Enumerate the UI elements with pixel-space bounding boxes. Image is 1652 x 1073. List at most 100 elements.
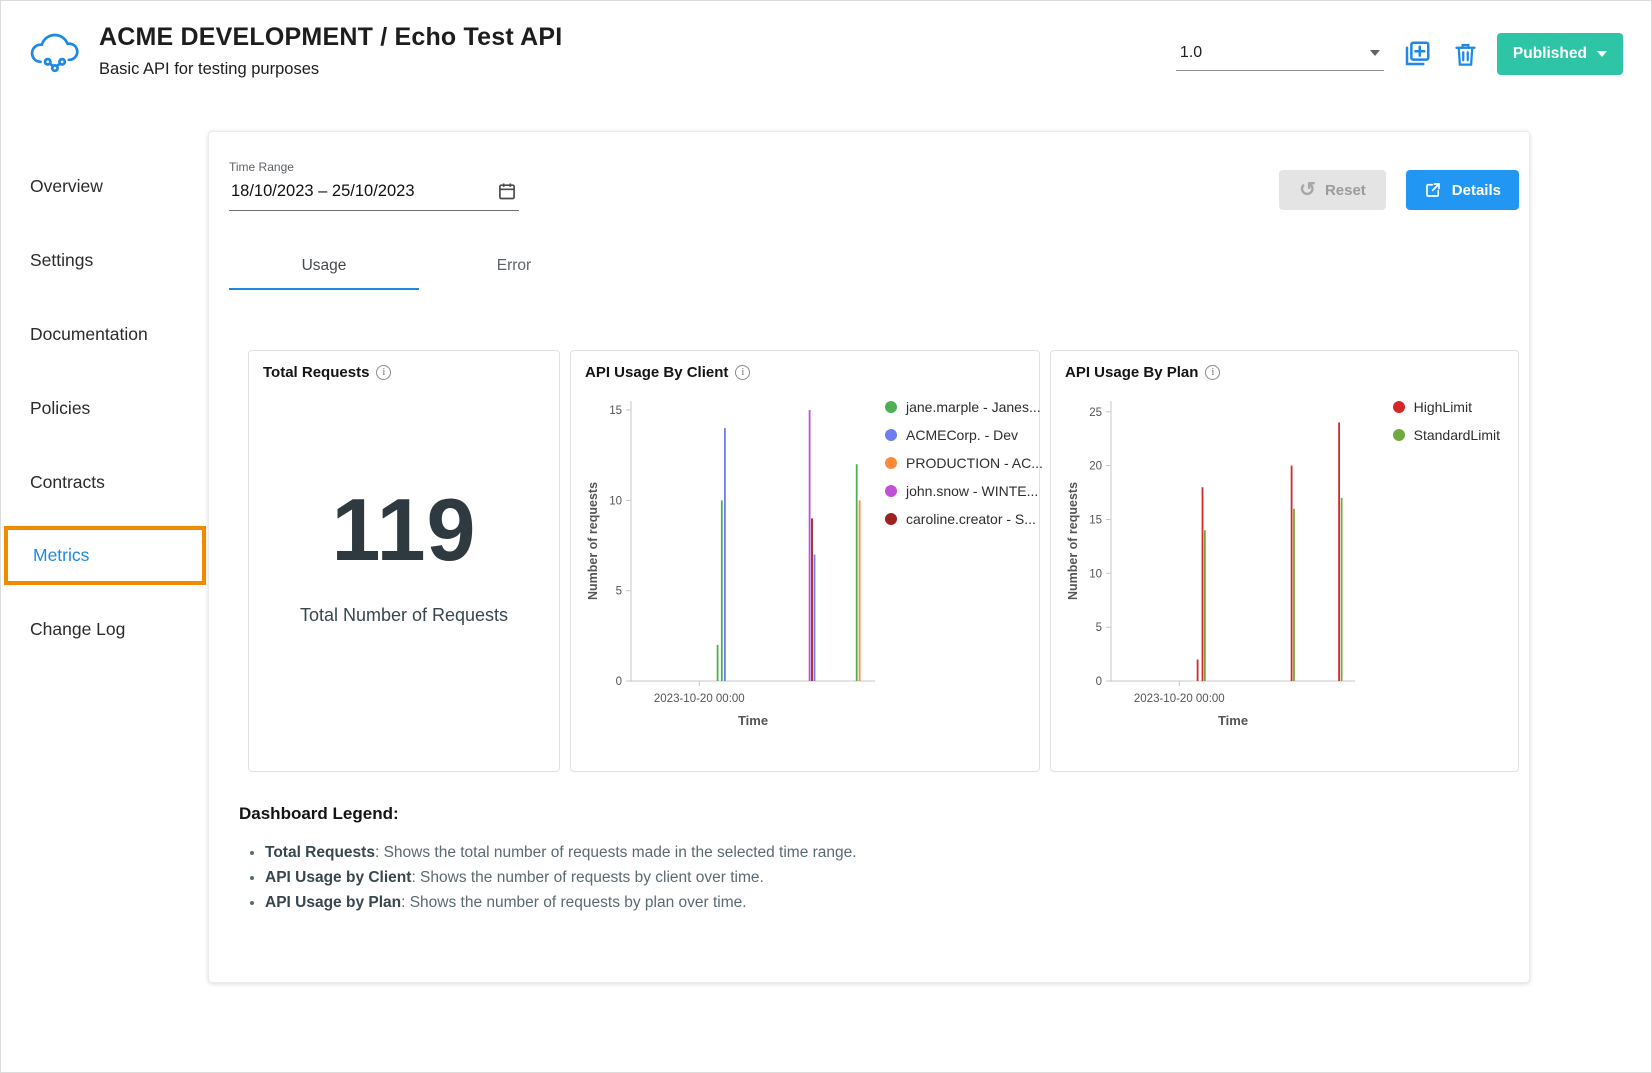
legend-label: jane.marple - Janes... [906,399,1041,415]
reset-button[interactable]: ↺ Reset [1279,170,1386,210]
card-title: API Usage By Plan i [1065,364,1504,381]
app-window: ACME DEVELOPMENT / Echo Test API Basic A… [0,0,1652,1073]
header: ACME DEVELOPMENT / Echo Test API Basic A… [1,1,1651,111]
svg-text:20: 20 [1089,461,1102,473]
legend-item[interactable]: StandardLimit [1393,427,1500,443]
svg-text:25: 25 [1089,407,1102,419]
sidebar-item-change-log[interactable]: Change Log [1,592,208,666]
list-item: Total Requests: Shows the total number o… [265,844,1519,862]
svg-text:2023-10-20 00:00: 2023-10-20 00:00 [1134,693,1225,705]
page-title: ACME DEVELOPMENT / Echo Test API [99,23,562,52]
svg-text:15: 15 [1089,515,1102,527]
version-select[interactable]: 1.0 [1176,38,1384,71]
tab-bar: Usage Error [229,241,1519,290]
info-icon[interactable]: i [376,365,391,380]
legend-item[interactable]: HighLimit [1393,399,1500,415]
calendar-icon[interactable] [497,181,517,201]
legend-item[interactable]: caroline.creator - S... [885,511,1043,527]
title-block: ACME DEVELOPMENT / Echo Test API Basic A… [99,23,562,79]
client-usage-chart: 0510152023-10-20 00:00TimeNumber of requ… [585,383,885,738]
time-range-label: Time Range [229,160,519,174]
tab-error[interactable]: Error [419,241,609,290]
legend-item[interactable]: ACMECorp. - Dev [885,427,1043,443]
info-icon[interactable]: i [1205,365,1220,380]
svg-text:Time: Time [738,713,768,728]
legend-dot-icon [885,485,897,497]
reset-icon: ↺ [1299,180,1316,200]
legend-item[interactable]: john.snow - WINTE... [885,483,1043,499]
svg-text:10: 10 [609,495,622,507]
client-usage-plot: 0510152023-10-20 00:00TimeNumber of requ… [585,383,885,733]
time-range-value: 18/10/2023 – 25/10/2023 [231,182,415,201]
sidebar-item-documentation[interactable]: Documentation [1,297,208,371]
total-requests-body: 119 Total Number of Requests [263,381,545,758]
version-value: 1.0 [1180,44,1202,62]
chevron-down-icon [1370,50,1380,56]
total-requests-value: 119 [332,479,477,581]
svg-text:5: 5 [1096,622,1102,634]
client-chart-legend: jane.marple - Janes... ACMECorp. - Dev PRO… [885,399,1043,738]
legend-dot-icon [1393,429,1405,441]
sidebar-item-overview[interactable]: Overview [1,149,208,223]
plan-chart-area: 0 5 10 15 20 25 2023-10-20 00:00 Time Number of … [1065,383,1504,738]
svg-text:2023-10-20 00:00: 2023-10-20 00:00 [654,693,745,705]
app-logo-cloud-icon [27,25,81,82]
plan-usage-plot: 0 5 10 15 20 25 2023-10-20 00:00 Time Number of … [1065,383,1365,733]
sidebar-item-metrics[interactable]: Metrics [8,530,202,581]
tab-usage[interactable]: Usage [229,241,419,290]
card-title: Total Requests i [263,364,545,381]
svg-text:10: 10 [1089,568,1102,580]
metrics-panel: Time Range 18/10/2023 – 25/10/2023 ↺ [208,131,1530,983]
time-range-field: Time Range 18/10/2023 – 25/10/2023 [229,160,519,211]
metrics-toolbar: Time Range 18/10/2023 – 25/10/2023 ↺ [229,160,1519,211]
external-link-icon [1424,181,1442,199]
legend-label: john.snow - WINTE... [906,483,1038,499]
usage-by-plan-card: API Usage By Plan i 0 5 10 15 20 25 2023-10-20… [1050,350,1519,772]
header-actions: 1.0 Pu [1176,33,1623,75]
sidebar-item-contracts[interactable]: Contracts [1,445,208,519]
dashboard-legend-list: Total Requests: Shows the total number o… [239,844,1519,912]
sidebar: Overview Settings Documentation Policies… [1,111,208,666]
svg-text:Number of requests: Number of requests [586,482,600,600]
legend-item[interactable]: PRODUCTION - AC... [885,455,1043,471]
page-subtitle: Basic API for testing purposes [99,60,562,79]
legend-dot-icon [885,401,897,413]
legend-dot-icon [1393,401,1405,413]
add-version-button[interactable] [1400,37,1434,71]
total-requests-caption: Total Number of Requests [300,605,508,626]
plan-chart-legend: HighLimit StandardLimit [1393,399,1500,738]
charts-row: Total Requests i 119 Total Number of Req… [248,350,1519,772]
toolbar-buttons: ↺ Reset Details [1279,170,1519,210]
chevron-down-icon [1597,51,1607,57]
total-requests-card: Total Requests i 119 Total Number of Req… [248,350,560,772]
legend-label: ACMECorp. - Dev [906,427,1018,443]
svg-text:Time: Time [1218,713,1248,728]
legend-label: StandardLimit [1414,427,1500,443]
legend-dot-icon [885,429,897,441]
svg-text:0: 0 [616,676,622,688]
usage-by-client-card: API Usage By Client i 0510152023-10-20 0… [570,350,1040,772]
legend-label: caroline.creator - S... [906,511,1036,527]
legend-label: PRODUCTION - AC... [906,455,1043,471]
info-icon[interactable]: i [735,365,750,380]
svg-text:Number of requests: Number of requests [1066,482,1080,600]
list-item: API Usage by Client: Shows the number of… [265,869,1519,887]
client-chart-area: 0510152023-10-20 00:00TimeNumber of requ… [585,383,1025,738]
card-title: API Usage By Client i [585,364,1025,381]
legend-item[interactable]: jane.marple - Janes... [885,399,1043,415]
published-button[interactable]: Published [1497,33,1623,75]
svg-text:0: 0 [1096,676,1102,688]
annotation-highlight-box: Metrics [4,526,206,585]
legend-dot-icon [885,457,897,469]
dashboard-legend-title: Dashboard Legend: [239,804,1519,824]
published-label: Published [1513,45,1587,63]
details-label: Details [1452,182,1501,199]
delete-button[interactable] [1450,39,1481,70]
details-button[interactable]: Details [1406,170,1519,210]
time-range-input[interactable]: 18/10/2023 – 25/10/2023 [229,176,519,211]
sidebar-item-policies[interactable]: Policies [1,371,208,445]
svg-text:5: 5 [616,586,622,598]
sidebar-item-settings[interactable]: Settings [1,223,208,297]
legend-label: HighLimit [1414,399,1472,415]
legend-dot-icon [885,513,897,525]
